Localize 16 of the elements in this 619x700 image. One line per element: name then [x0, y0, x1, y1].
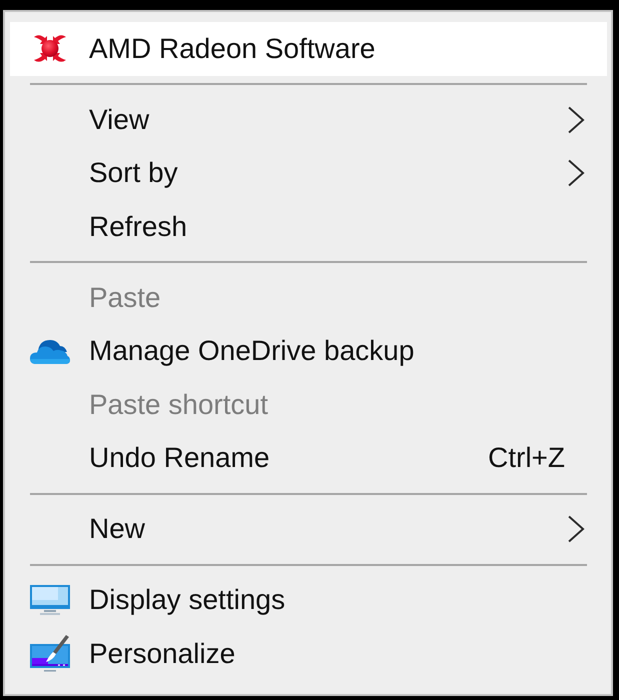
- chevron-right-icon: [567, 106, 585, 134]
- shortcut-text: Ctrl+Z: [488, 444, 565, 472]
- menu-item[interactable]: Undo Rename Ctrl+Z: [10, 432, 607, 485]
- menu-item[interactable]: New: [10, 502, 607, 556]
- menu-item[interactable]: Manage OneDrive backup: [10, 324, 607, 378]
- menu-item[interactable]: Personalize: [10, 627, 607, 680]
- chevron-right-icon: [567, 159, 585, 188]
- menu-item[interactable]: View: [10, 93, 607, 146]
- menu-item[interactable]: Sort by: [10, 146, 607, 200]
- monitor-brush-icon: [30, 634, 70, 674]
- cloud-icon: [30, 337, 70, 366]
- monitor-icon: [30, 585, 70, 616]
- menu-item[interactable]: AMD Radeon Software: [10, 22, 607, 76]
- menu-item[interactable]: Refresh: [10, 200, 607, 254]
- menu-item[interactable]: Display settings: [10, 574, 607, 627]
- chevron-right-icon: [567, 515, 585, 544]
